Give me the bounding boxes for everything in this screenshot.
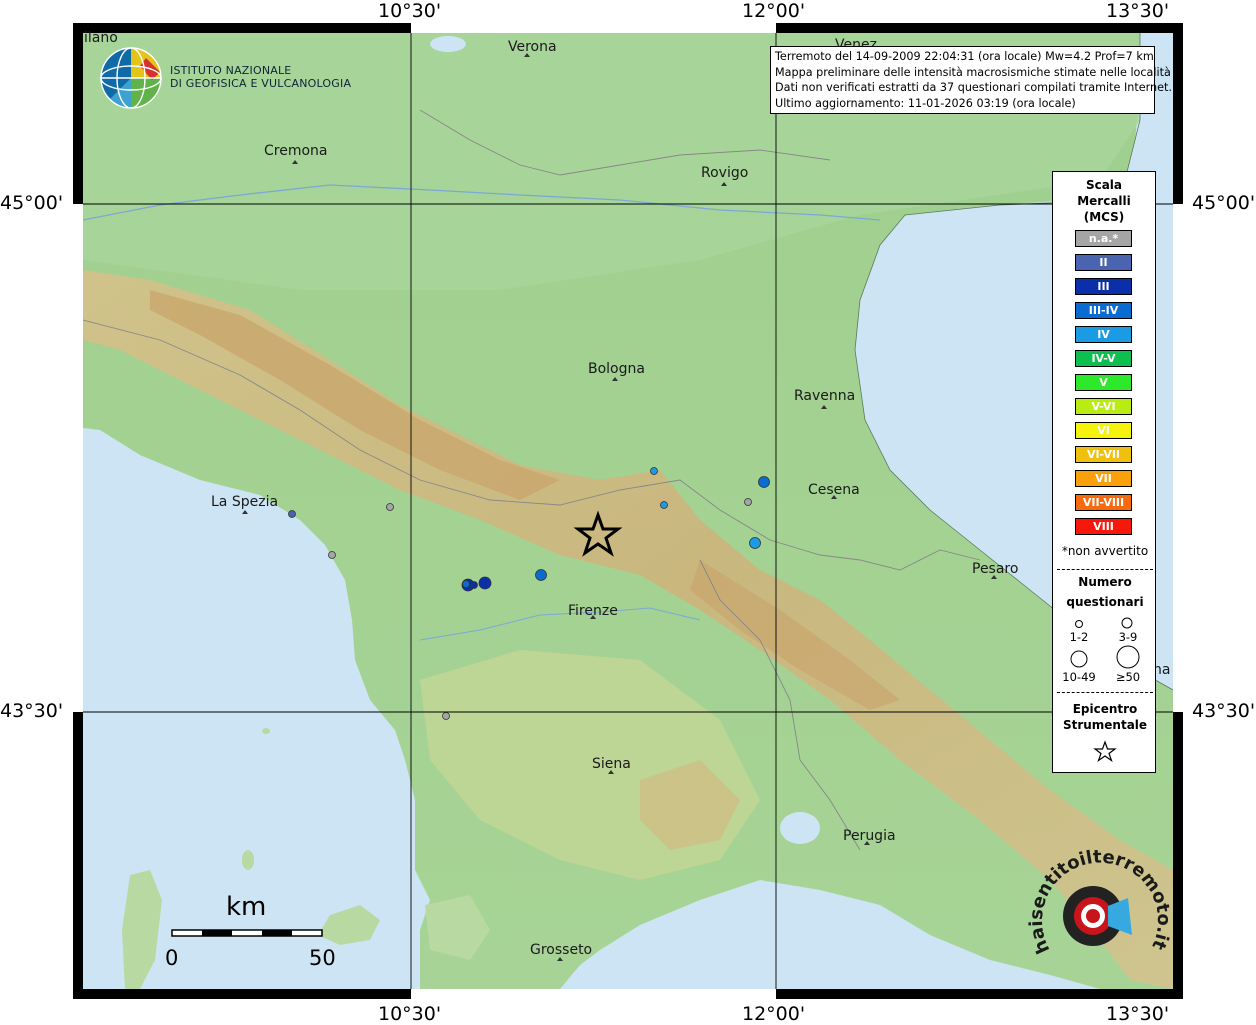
count-symbol-3-9 (1121, 617, 1133, 629)
svg-text:Perugia: Perugia (843, 828, 896, 844)
legend-swatch-3: III-IV (1075, 302, 1132, 319)
svg-text:Grosseto: Grosseto (530, 942, 592, 958)
legend-swatch-6: V (1075, 374, 1132, 391)
lat-label-left-4500: 45°00' (0, 192, 64, 214)
ingv-logo-line2: DI GEOFISICA E VULCANOLOGIA (170, 77, 352, 90)
svg-text:Pesaro: Pesaro (972, 561, 1018, 577)
city-siena: Siena (592, 756, 631, 774)
legend-separator-1 (1057, 569, 1153, 570)
legend-epicentre-title-2: Strumentale (1062, 718, 1148, 732)
count-label-3-9: 3-9 (1118, 630, 1138, 644)
event-info-line1: Terremoto del 14-09-2009 22:04:31 (ora l… (775, 50, 1154, 63)
lon-label-top-1200: 12°00' (742, 0, 806, 22)
svg-text:Rovigo: Rovigo (701, 165, 748, 181)
scale-unit: km (226, 892, 266, 922)
observation-point (462, 580, 470, 588)
lon-label-bottom-1200: 12°00' (742, 1003, 806, 1025)
terrain (83, 33, 1173, 989)
lat-label-right-4500: 45°00' (1192, 192, 1256, 214)
count-label-1-2: 1-2 (1069, 630, 1089, 644)
legend-swatch-1: II (1075, 254, 1132, 271)
legend-swatch-5: IV-V (1075, 350, 1132, 367)
city-perugia: Perugia (843, 828, 896, 845)
legend-swatch-0: n.a.* (1075, 230, 1132, 247)
legend-count-title-1: Numero (1078, 575, 1132, 589)
svg-text:Cremona: Cremona (264, 143, 328, 159)
svg-text:Bologna: Bologna (588, 361, 645, 377)
count-symbol-50 (1116, 645, 1140, 669)
legend-swatch-4: IV (1075, 326, 1132, 343)
ingv-logo-text: ISTITUTO NAZIONALE DI GEOFISICA E VULCAN… (170, 64, 351, 90)
city-firenze: Firenze (568, 603, 618, 619)
lon-label-top-1030: 10°30' (378, 0, 442, 22)
scale-start: 0 (165, 946, 178, 970)
observation-point (758, 476, 770, 488)
lat-label-left-4330: 43°30' (0, 700, 64, 722)
observation-point (535, 569, 547, 581)
svg-text:La Spezia: La Spezia (211, 494, 278, 510)
scale-end: 50 (309, 946, 336, 970)
legend-swatch-10: VII (1075, 470, 1132, 487)
legend-swatch-7: V-VI (1075, 398, 1132, 415)
observation-point (386, 503, 394, 511)
legend-title-line1: Scala (1085, 178, 1123, 192)
svg-text:Siena: Siena (592, 756, 631, 772)
legend-swatch-9: VI-VII (1075, 446, 1132, 463)
ingv-logo (100, 47, 162, 109)
event-info-line4: Ultimo aggiornamento: 11-01-2026 03:19 (… (775, 96, 1076, 110)
legend-swatch-2: III (1075, 278, 1132, 295)
ingv-logo-line1: ISTITUTO NAZIONALE (170, 64, 292, 77)
observation-point (478, 576, 492, 590)
legend-swatch-8: VI (1075, 422, 1132, 439)
legend: Scala Mercalli (MCS) n.a.* II III III-IV IV I… (1052, 171, 1156, 773)
legend-title-line3: (MCS) (1083, 210, 1125, 224)
legend-count-title-2: questionari (1066, 595, 1144, 609)
legend-title: Scala Mercalli (MCS) (1053, 177, 1155, 225)
svg-text:Cesena: Cesena (808, 482, 860, 498)
legend-title-line2: Mercalli (1077, 194, 1131, 208)
lat-label-right-4330: 43°30' (1192, 700, 1256, 722)
legend-swatch-12: VIII (1075, 518, 1132, 535)
city-fragment-milano: ilano (84, 30, 118, 46)
observation-point (442, 712, 450, 720)
observation-point (288, 510, 296, 518)
observation-point (660, 501, 668, 509)
count-symbol-1-2 (1075, 620, 1083, 628)
lon-label-top-1330: 13°30' (1106, 0, 1170, 22)
lon-label-bottom-1030: 10°30' (378, 1003, 442, 1025)
observation-point (650, 467, 658, 475)
count-symbol-10-49 (1070, 650, 1088, 668)
svg-text:Verona: Verona (508, 39, 557, 55)
observation-point (749, 537, 761, 549)
city-verona: Verona (508, 39, 557, 57)
observation-point (744, 498, 752, 506)
event-info-box: Terremoto del 14-09-2009 22:04:31 (ora l… (770, 46, 1172, 114)
observation-point (470, 581, 478, 589)
legend-na-note: *non avvertito (1061, 544, 1149, 558)
count-label-50: ≥50 (1115, 670, 1141, 684)
svg-text:Firenze: Firenze (568, 603, 618, 619)
lon-label-bottom-1330: 13°30' (1106, 1003, 1170, 1025)
svg-text:Ravenna: Ravenna (794, 388, 855, 404)
event-info-line3: Dati non verificati estratti da 37 quest… (775, 81, 1172, 94)
count-label-10-49: 10-49 (1062, 670, 1096, 684)
event-info-line2: Mappa preliminare delle intensità macros… (775, 65, 1171, 79)
city-cesena: Cesena (808, 482, 860, 499)
legend-separator-2 (1057, 692, 1153, 693)
legend-epicentre-title-1: Epicentro (1072, 702, 1138, 716)
observation-point (328, 551, 336, 559)
legend-epicentre-star (1093, 740, 1117, 762)
city-pesaro: Pesaro (972, 561, 1018, 579)
legend-swatch-11: VII-VIII (1075, 494, 1132, 511)
